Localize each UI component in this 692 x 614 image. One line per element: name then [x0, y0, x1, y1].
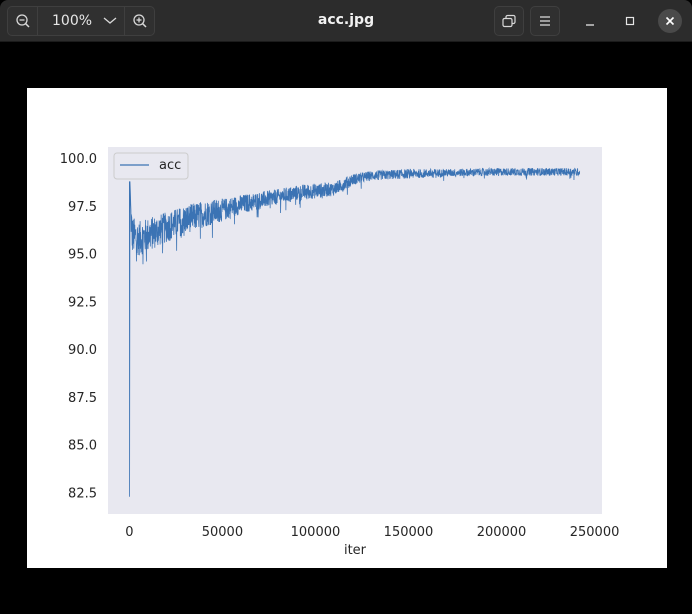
- x-tick-label: 150000: [384, 525, 434, 540]
- title-bar: 100% acc.jpg: [0, 0, 692, 42]
- plot-area: [108, 147, 602, 514]
- minimize-button[interactable]: [578, 9, 602, 33]
- x-axis-label: iter: [344, 543, 367, 558]
- x-tick-label: 200000: [477, 525, 527, 540]
- y-axis-ticks: 82.5 85.0 87.5 90.0 92.5 95.0 97.5 100.0: [60, 152, 97, 502]
- minimize-icon: [586, 24, 594, 26]
- y-tick-label: 92.5: [68, 295, 97, 310]
- y-tick-label: 97.5: [68, 200, 97, 215]
- maximize-icon: [625, 16, 635, 26]
- y-tick-label: 90.0: [68, 343, 97, 358]
- y-tick-label: 95.0: [68, 248, 97, 263]
- image-canvas: 0 50000 100000 150000 200000 250000 82.5 85.0 8…: [27, 88, 667, 568]
- x-tick-label: 50000: [202, 525, 243, 540]
- legend-label-acc: acc: [159, 158, 181, 173]
- x-axis-ticks: 0 50000 100000 150000 200000 250000: [125, 525, 619, 540]
- accuracy-line-chart: 0 50000 100000 150000 200000 250000 82.585.08…: [60, 147, 619, 558]
- main-menu-button[interactable]: [530, 6, 560, 36]
- legend: acc: [113, 152, 189, 180]
- y-tick-label: 85.0: [68, 439, 97, 454]
- hamburger-menu-icon: [540, 16, 550, 26]
- maximize-button[interactable]: [618, 9, 642, 33]
- close-icon: [665, 16, 675, 26]
- x-tick-label: 100000: [291, 525, 341, 540]
- y-tick-label: 100.0: [60, 152, 97, 167]
- copy-button[interactable]: [494, 6, 524, 36]
- x-tick-label: 0: [125, 525, 133, 540]
- close-button[interactable]: [658, 9, 682, 33]
- x-tick-label: 250000: [570, 525, 620, 540]
- copy-icon: [502, 14, 516, 28]
- y-tick-label: 82.5: [68, 486, 97, 501]
- image-viewer-window: 100% acc.jpg 0 50000 100000 150000 20000…: [0, 0, 692, 614]
- y-tick-label: 87.5: [68, 391, 97, 406]
